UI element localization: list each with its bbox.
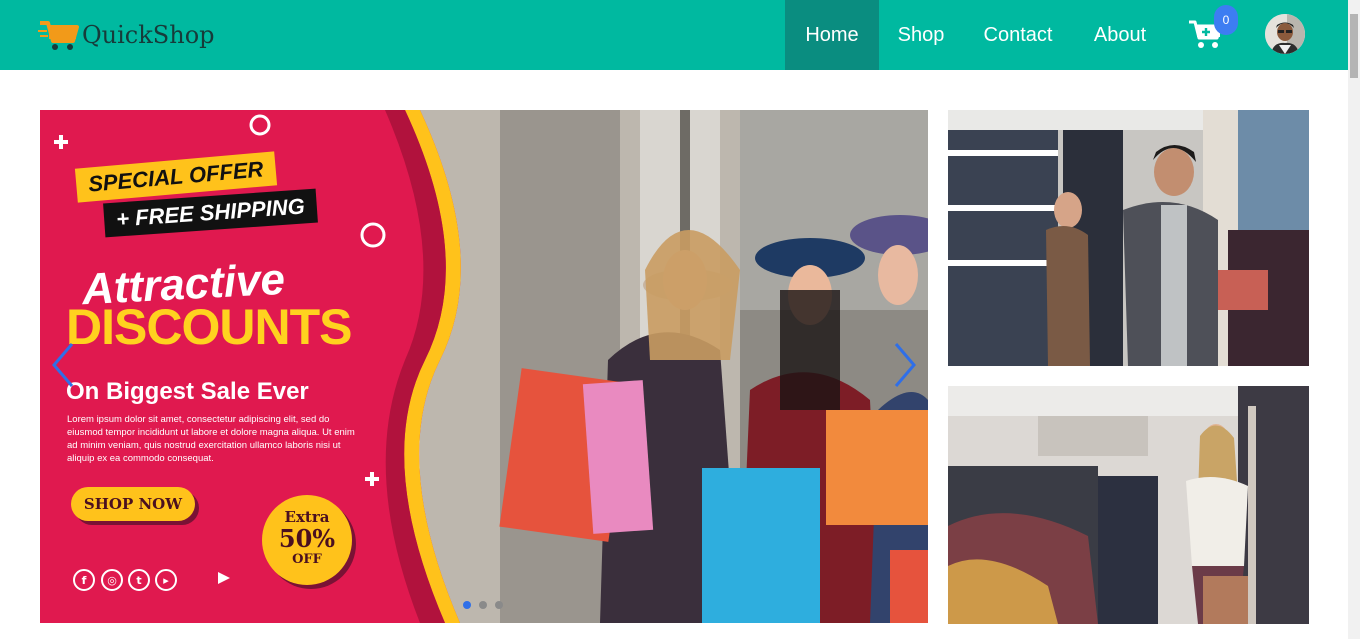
clothing-store-couple-image <box>948 110 1309 366</box>
headline-discounts: DISCOUNTS <box>66 299 352 355</box>
navbar: QuickShop Home Shop Contact About 0 <box>0 0 1348 70</box>
nav-home[interactable]: Home <box>785 0 879 70</box>
play-icon <box>218 572 230 584</box>
carousel-indicator-2[interactable] <box>479 601 487 609</box>
carousel-next-arrow[interactable] <box>890 342 920 388</box>
nav-about[interactable]: About <box>1075 0 1165 70</box>
shopping-cart-logo-icon <box>38 21 79 50</box>
discount-badge: Extra 50% OFF <box>262 495 352 585</box>
avatar-image <box>1265 14 1305 54</box>
twitter-icon: t <box>128 569 150 591</box>
carousel-indicators <box>463 601 503 609</box>
youtube-icon: ▸ <box>155 569 177 591</box>
carousel-indicator-1[interactable] <box>463 601 471 609</box>
page-scrollbar[interactable] <box>1348 0 1360 639</box>
store-photo-bottom[interactable] <box>948 386 1309 624</box>
shop-now-button[interactable]: SHOP NOW <box>71 487 195 521</box>
carousel-prev-arrow[interactable] <box>48 342 78 388</box>
subheadline: On Biggest Sale Ever <box>66 378 309 405</box>
scrollbar-thumb[interactable] <box>1350 14 1358 78</box>
instagram-icon: ◎ <box>101 569 123 591</box>
brand-name: QuickShop <box>82 21 215 49</box>
clothing-store-woman-image <box>948 386 1309 624</box>
brand[interactable]: QuickShop <box>38 14 215 56</box>
nav-contact[interactable]: Contact <box>966 0 1070 70</box>
promo-banner: SPECIAL OFFER + FREE SHIPPING Attractive… <box>40 110 500 623</box>
hero-carousel: SPECIAL OFFER + FREE SHIPPING Attractive… <box>40 110 928 623</box>
promo-body-text: Lorem ipsum dolor sit amet, consectetur … <box>67 414 355 464</box>
discount-badge-line-3: OFF <box>292 552 322 567</box>
user-avatar[interactable] <box>1265 14 1305 54</box>
nav-shop[interactable]: Shop <box>879 0 963 70</box>
cart-count-badge: 0 <box>1214 5 1238 35</box>
facebook-icon: f <box>73 569 95 591</box>
carousel-indicator-3[interactable] <box>495 601 503 609</box>
discount-badge-percent: 50% <box>278 524 336 553</box>
store-photo-top[interactable] <box>948 110 1309 366</box>
